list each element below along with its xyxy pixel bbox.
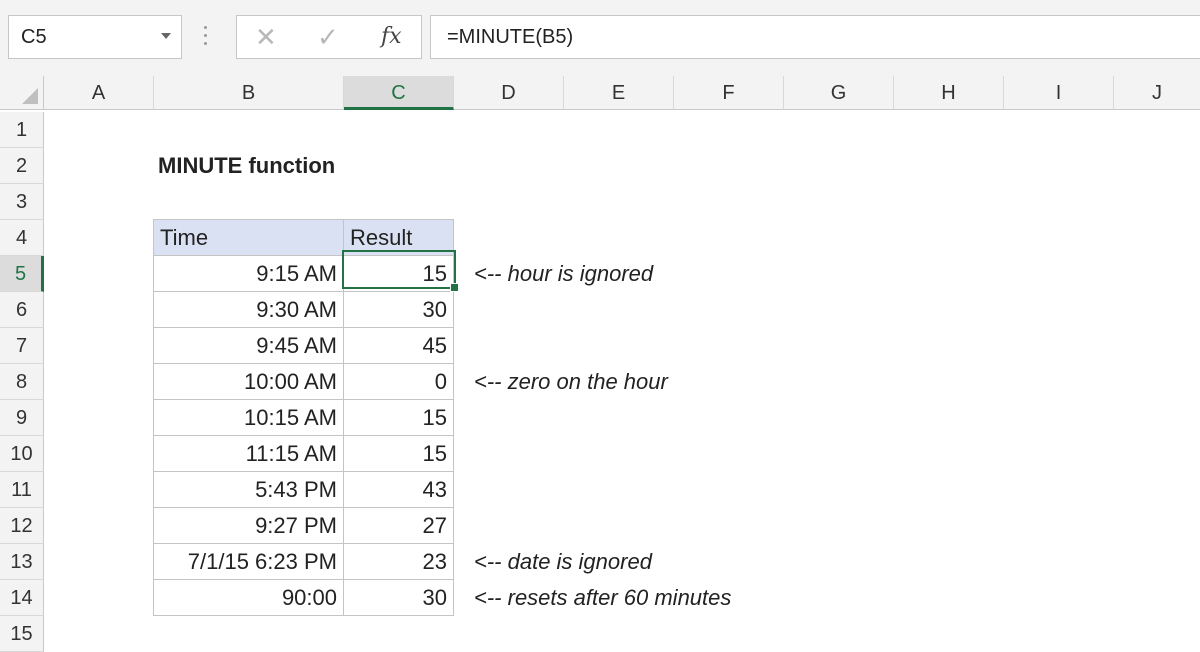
column-header-a[interactable]: A [44, 76, 154, 110]
row-header-1[interactable]: 1 [0, 112, 44, 148]
column-header-f[interactable]: F [674, 76, 784, 110]
time-cell[interactable]: 11:15 AM [153, 435, 344, 472]
sheet-title[interactable]: MINUTE function [158, 148, 335, 184]
time-cell[interactable]: 9:30 AM [153, 291, 344, 328]
row-header-13[interactable]: 13 [0, 544, 44, 580]
fill-handle[interactable] [450, 283, 459, 292]
column-header-j[interactable]: J [1114, 76, 1200, 110]
check-icon[interactable]: ✓ [317, 22, 339, 53]
row-header-4[interactable]: 4 [0, 220, 44, 256]
row-header-11[interactable]: 11 [0, 472, 44, 508]
select-all-button[interactable] [0, 76, 44, 110]
result-cell[interactable]: 45 [343, 327, 454, 364]
result-cell[interactable]: 15 [343, 399, 454, 436]
cancel-icon[interactable]: ✕ [255, 22, 277, 53]
time-cell[interactable]: 9:45 AM [153, 327, 344, 364]
row-header-8[interactable]: 8 [0, 364, 44, 400]
row-header-12[interactable]: 12 [0, 508, 44, 544]
column-header-e[interactable]: E [564, 76, 674, 110]
note-cell[interactable]: <-- date is ignored [470, 544, 652, 580]
time-cell[interactable]: 90:00 [153, 579, 344, 616]
drag-handle-icon[interactable] [204, 26, 207, 48]
row-header-15[interactable]: 15 [0, 616, 44, 652]
name-box[interactable]: C5 [8, 15, 182, 59]
row-header-10[interactable]: 10 [0, 436, 44, 472]
result-cell[interactable]: 15 [343, 435, 454, 472]
row-header-9[interactable]: 9 [0, 400, 44, 436]
column-header-g[interactable]: G [784, 76, 894, 110]
row-header-6[interactable]: 6 [0, 292, 44, 328]
formula-bar: C5 ✕ ✓ fx =MINUTE(B5) [0, 0, 1200, 77]
chevron-down-icon[interactable] [161, 33, 171, 39]
name-box-value: C5 [21, 26, 47, 48]
row-header-7[interactable]: 7 [0, 328, 44, 364]
note-cell[interactable]: <-- zero on the hour [470, 364, 668, 400]
note-cell[interactable]: <-- resets after 60 minutes [470, 580, 731, 616]
column-header-c[interactable]: C [344, 76, 454, 110]
result-cell[interactable]: 23 [343, 543, 454, 580]
row-header-3[interactable]: 3 [0, 184, 44, 220]
result-cell[interactable]: 30 [343, 291, 454, 328]
row-header-5[interactable]: 5 [0, 256, 44, 292]
row-header-2[interactable]: 2 [0, 148, 44, 184]
insert-function-icon[interactable]: fx [381, 24, 402, 49]
time-cell[interactable]: 10:15 AM [153, 399, 344, 436]
note-cell[interactable]: <-- hour is ignored [470, 256, 653, 292]
result-cell[interactable]: 27 [343, 507, 454, 544]
time-cell[interactable]: 10:00 AM [153, 363, 344, 400]
time-cell[interactable]: 7/1/15 6:23 PM [153, 543, 344, 580]
formula-input[interactable]: =MINUTE(B5) [430, 15, 1200, 59]
column-header-b[interactable]: B [154, 76, 344, 110]
column-header-h[interactable]: H [894, 76, 1004, 110]
result-cell[interactable]: 30 [343, 579, 454, 616]
time-cell[interactable]: 9:27 PM [153, 507, 344, 544]
select-all-icon [22, 88, 38, 104]
formula-text: =MINUTE(B5) [447, 26, 574, 48]
result-cell[interactable]: 0 [343, 363, 454, 400]
result-cell[interactable]: 43 [343, 471, 454, 508]
table-header-time[interactable]: Time [153, 219, 344, 256]
row-header-14[interactable]: 14 [0, 580, 44, 616]
formula-buttons: ✕ ✓ fx [236, 15, 422, 59]
time-cell[interactable]: 5:43 PM [153, 471, 344, 508]
column-header-i[interactable]: I [1004, 76, 1114, 110]
active-cell-outline [342, 250, 456, 289]
column-header-d[interactable]: D [454, 76, 564, 110]
time-cell[interactable]: 9:15 AM [153, 255, 344, 292]
